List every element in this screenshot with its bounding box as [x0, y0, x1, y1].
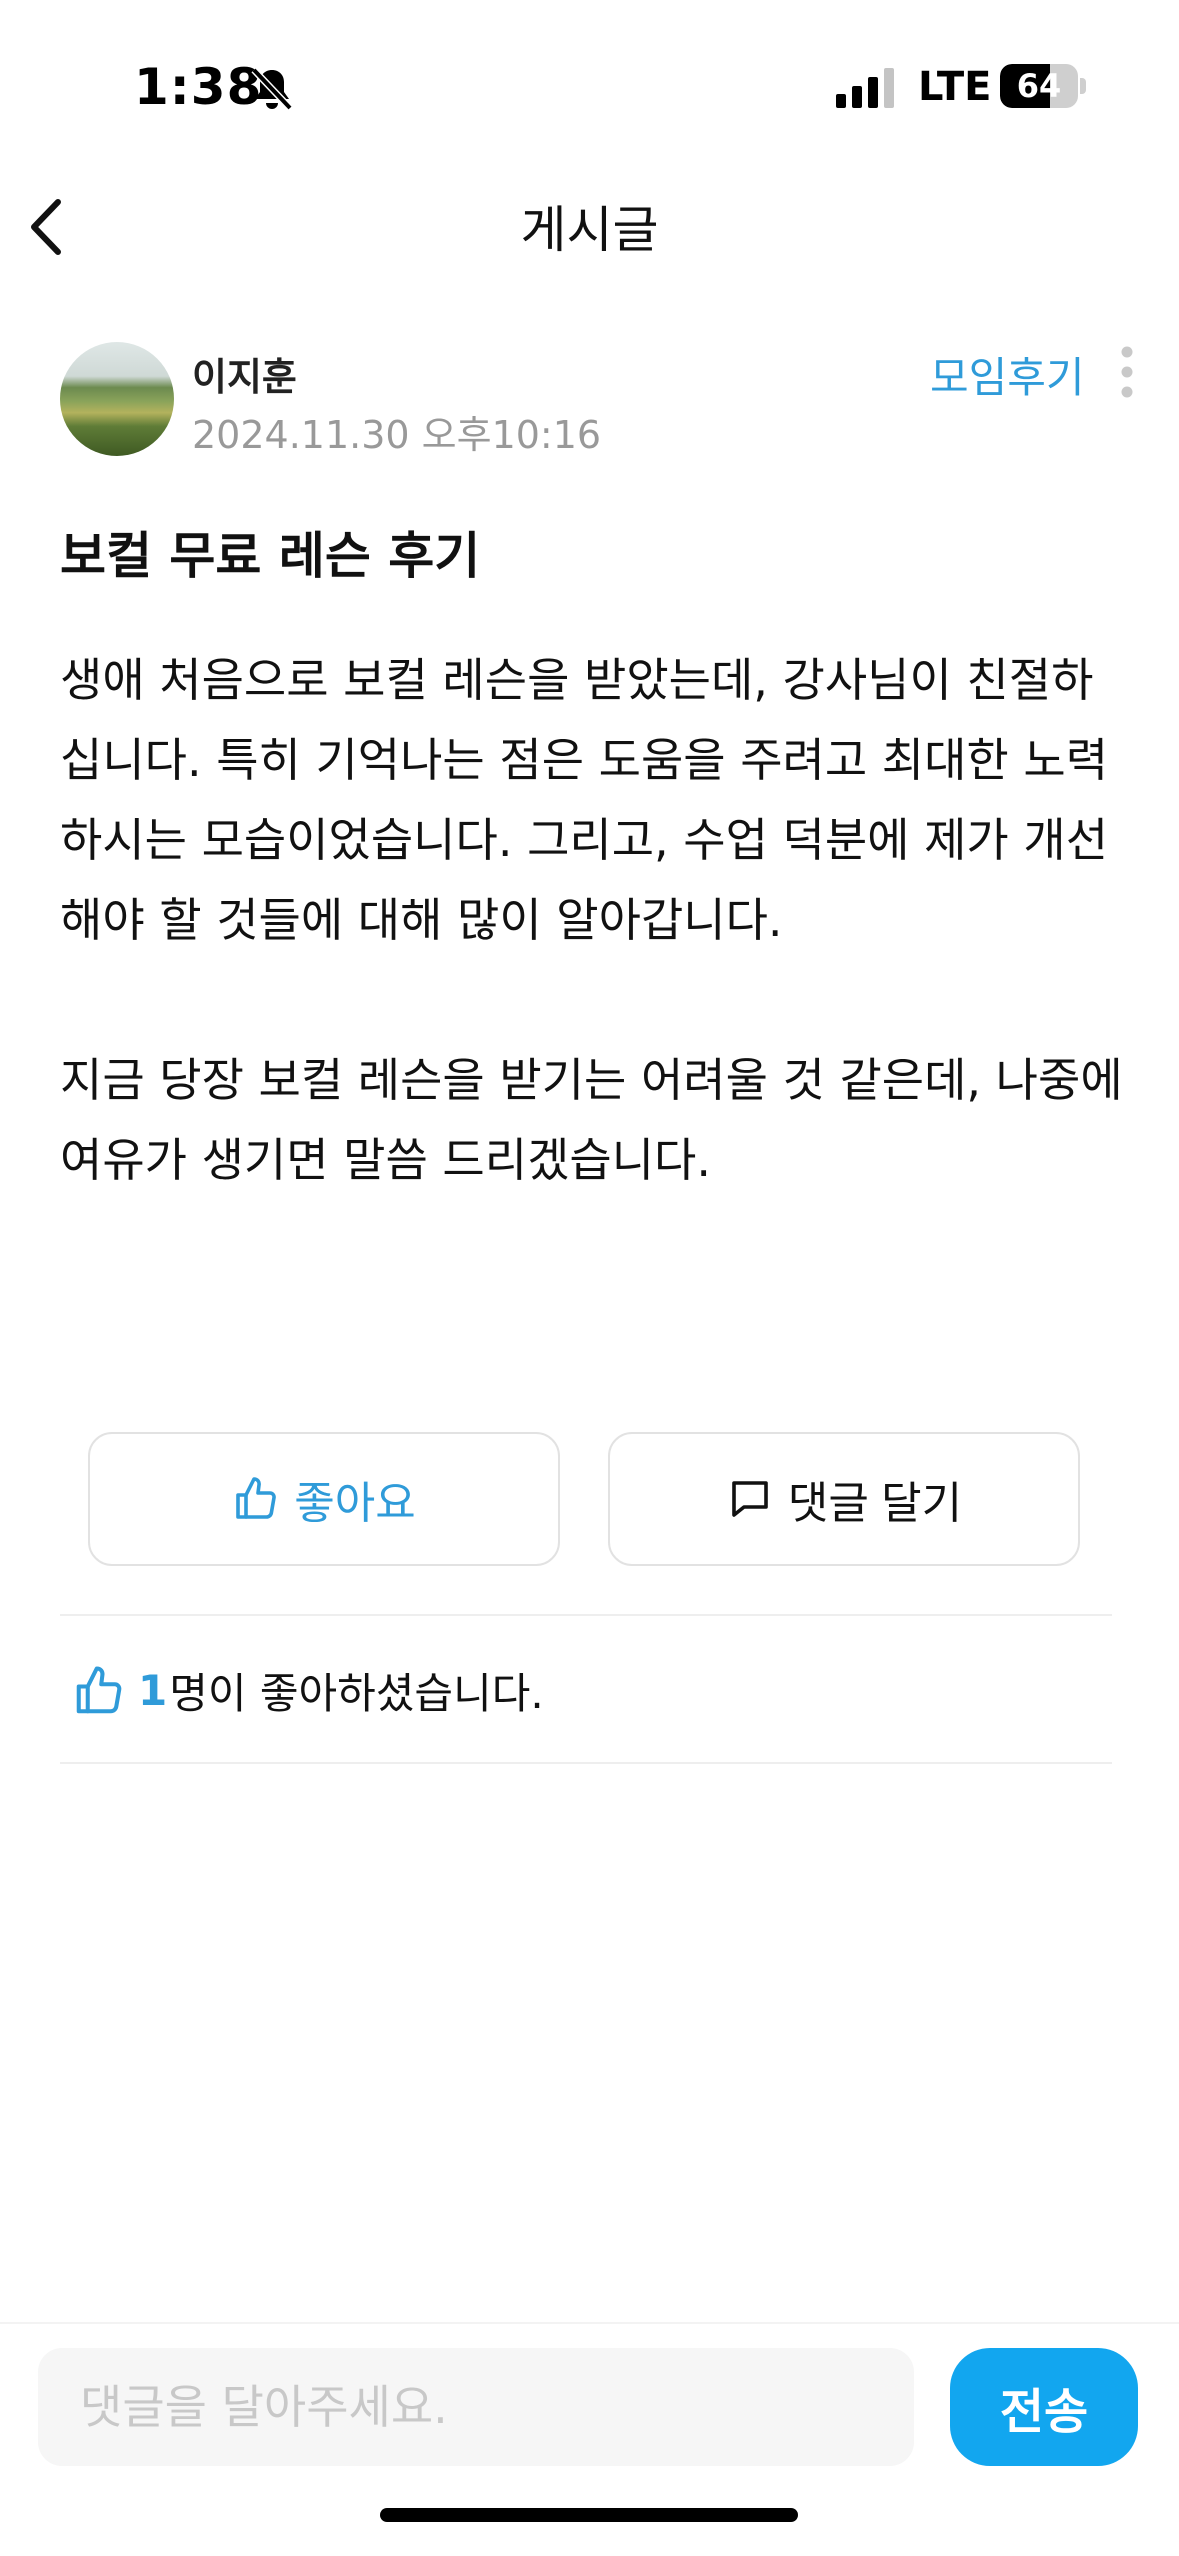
divider [60, 1614, 1112, 1616]
cellular-signal-icon [836, 68, 894, 108]
like-button-label: 좋아요 [294, 1479, 416, 1528]
category-label: 모임후기 [930, 353, 1085, 402]
comment-button[interactable]: 댓글 달기 [608, 1432, 1080, 1566]
network-type: LTE [918, 64, 992, 110]
status-time: 1:38 [134, 58, 263, 116]
more-vertical-icon[interactable] [1114, 344, 1140, 400]
post-title: 보컬 무료 레슨 후기 [60, 527, 481, 585]
post-body: 생애 처음으로 보컬 레슨을 받았는데, 강사님이 친절하십니다. 특히 기억나… [60, 653, 1123, 1187]
thumbs-up-icon [76, 1665, 122, 1713]
post-detail-screen: 1:38 LTE 64 게시글 이지훈 2024.11.30 오후10:16 모… [0, 0, 1179, 2556]
battery-icon: 64 [1000, 64, 1088, 108]
post-date: 2024.11.30 오후10:16 [192, 413, 602, 457]
like-button[interactable]: 좋아요 [88, 1432, 560, 1566]
thumbs-up-icon [236, 1477, 277, 1519]
send-button[interactable]: 전송 [950, 2348, 1138, 2466]
page-title: 게시글 [520, 201, 659, 259]
likes-text: 명이 좋아하셨습니다. [169, 1669, 544, 1718]
likes-count: 1 [138, 1666, 168, 1715]
battery-level: 64 [1016, 67, 1062, 105]
home-indicator [380, 2508, 798, 2522]
likes-summary: 1 명이 좋아하셨습니다. [72, 1660, 544, 1721]
status-bar: 1:38 LTE 64 [0, 0, 1179, 150]
bell-off-icon [251, 67, 293, 111]
avatar[interactable] [60, 342, 174, 456]
speech-bubble-icon [732, 1481, 768, 1517]
author-name[interactable]: 이지훈 [192, 346, 297, 401]
divider [60, 1762, 1112, 1764]
comment-input[interactable] [38, 2348, 914, 2466]
comment-button-label: 댓글 달기 [787, 1479, 963, 1528]
